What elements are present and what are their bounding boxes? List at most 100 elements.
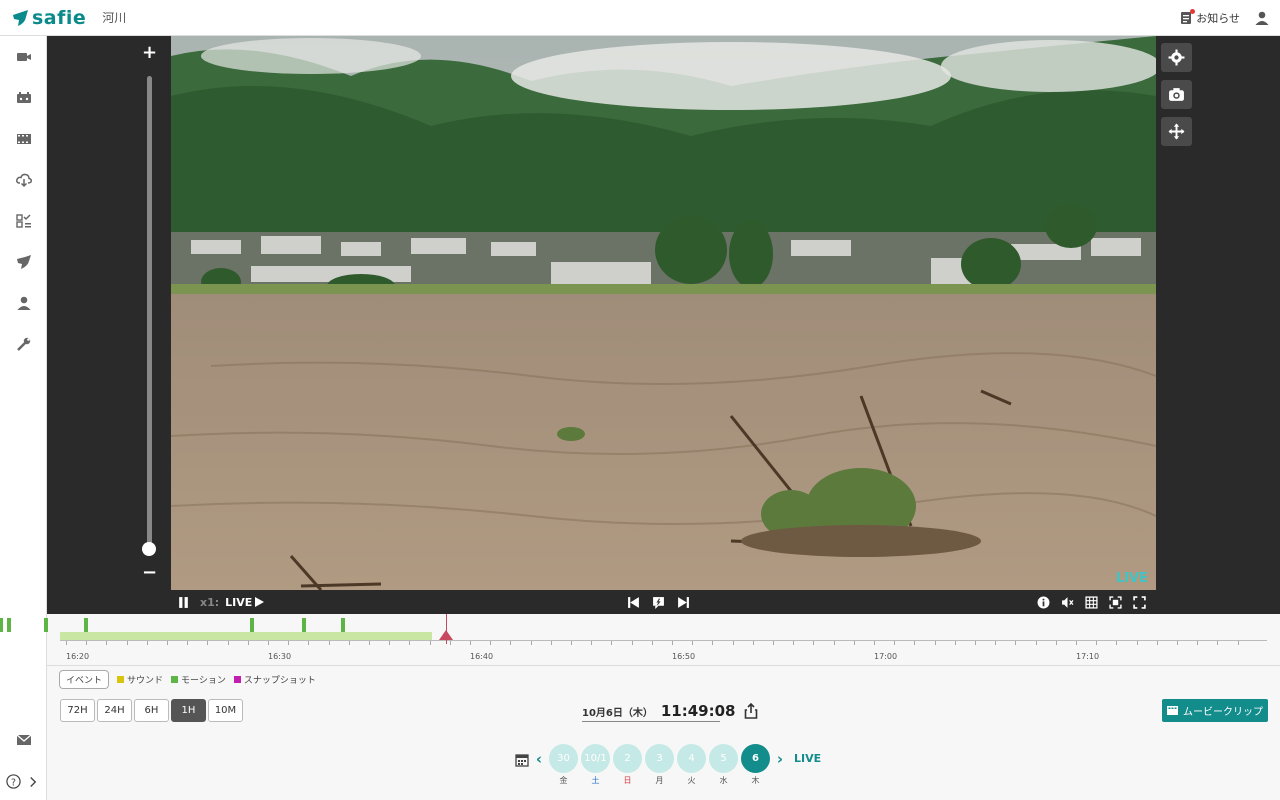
range-10m-button[interactable]: 10M — [208, 699, 243, 722]
sidebar-item-safie-tag[interactable] — [15, 253, 33, 271]
fullscreen-button[interactable] — [1133, 595, 1146, 609]
app-root: safie 河川 お知らせ ? + − LIVE x1: LIVE 16:20 … — [0, 0, 1280, 800]
safie-logo[interactable]: safie — [12, 7, 86, 29]
wrench-icon — [17, 337, 31, 351]
range-6h-button[interactable]: 6H — [134, 699, 169, 722]
playback-speed[interactable]: x1: — [200, 596, 219, 609]
day-6[interactable]: 6木 — [741, 744, 770, 786]
day-30[interactable]: 30 金 — [549, 744, 578, 786]
timeline[interactable]: 16:20 16:30 16:40 16:50 17:00 17:10 — [0, 614, 1280, 666]
motion-event-marker[interactable] — [0, 618, 4, 632]
minor-tick — [995, 641, 997, 645]
zoom-slider-track[interactable] — [147, 76, 152, 546]
grid-button[interactable] — [1085, 595, 1098, 609]
legend-sound-label: サウンド — [127, 676, 164, 686]
event-jump-button[interactable] — [652, 596, 665, 609]
zoom-slider-handle[interactable] — [142, 542, 156, 556]
range-1h-button[interactable]: 1H — [171, 699, 206, 722]
document-icon — [1180, 9, 1196, 25]
next-day-chevron-icon[interactable]: › — [773, 750, 787, 768]
sidebar-item-camera-list[interactable] — [15, 89, 33, 107]
svg-text:?: ? — [11, 777, 16, 788]
minor-tick — [974, 641, 976, 645]
sidebar-item-clips[interactable] — [15, 130, 33, 148]
minor-tick — [328, 641, 330, 645]
minor-tick — [591, 641, 593, 645]
zoom-out-button[interactable]: − — [142, 562, 157, 583]
calendar-icon[interactable] — [515, 753, 529, 767]
pause-button[interactable] — [177, 596, 190, 609]
skip-back-icon — [628, 596, 639, 608]
mute-button[interactable] — [1061, 596, 1074, 609]
motion-event-marker[interactable] — [43, 618, 48, 632]
day-10-1[interactable]: 10/1 土 — [581, 744, 610, 786]
chevron-right-icon[interactable] — [27, 776, 39, 788]
share-icon[interactable] — [744, 703, 758, 719]
speech-bubble-icon — [653, 596, 664, 609]
snapshot-button[interactable] — [1161, 80, 1192, 109]
minor-tick — [1237, 641, 1239, 645]
playhead-handle[interactable] — [438, 630, 453, 640]
tick-label: 16:30 — [268, 652, 292, 661]
ptz-move-button[interactable] — [1161, 117, 1192, 146]
settings-button[interactable] — [1161, 43, 1192, 72]
minor-tick — [106, 641, 108, 645]
minor-tick — [207, 641, 209, 645]
day-weekday: 土 — [591, 776, 600, 785]
range-24h-button[interactable]: 24H — [97, 699, 132, 722]
day-4[interactable]: 4火 — [677, 744, 706, 786]
movie-clip-button[interactable]: ムービークリップ — [1162, 699, 1268, 722]
day-3[interactable]: 3月 — [645, 744, 674, 786]
motion-event-marker[interactable] — [302, 618, 307, 632]
day-2[interactable]: 2日 — [613, 744, 642, 786]
bird-logo-icon — [13, 9, 28, 26]
event-filter-button[interactable]: イベント — [59, 670, 110, 689]
zoom-in-button[interactable]: + — [142, 42, 157, 63]
go-live-label: LIVE — [225, 595, 253, 609]
motion-event-marker[interactable] — [340, 618, 345, 632]
date-navigator: ‹ 30 金 10/1 土 2日 3月 4火 5水 6木 › LIVE — [515, 744, 821, 786]
help-icon[interactable]: ? — [6, 774, 21, 789]
legend-sound: サウンド — [117, 673, 163, 686]
sidebar-item-downloads[interactable] — [15, 171, 33, 189]
info-button[interactable] — [1037, 596, 1050, 609]
move-arrows-icon — [1168, 123, 1185, 140]
sidebar-item-cameras[interactable] — [15, 48, 33, 66]
gear-icon — [1168, 49, 1185, 66]
skip-forward-button[interactable] — [677, 596, 690, 609]
account-icon[interactable] — [1254, 10, 1270, 26]
current-date: 10月6日（木） — [582, 707, 653, 719]
day-number: 30 — [549, 744, 578, 773]
zoom-control: + − — [47, 36, 171, 590]
tick-label: 16:50 — [672, 652, 696, 661]
sidebar-item-users[interactable] — [15, 294, 33, 312]
go-live-button[interactable]: LIVE — [225, 595, 265, 609]
day-number: 2 — [613, 744, 642, 773]
skip-back-button[interactable] — [627, 596, 640, 609]
notice-button[interactable]: お知らせ — [1180, 9, 1240, 26]
video-area: + − LIVE x1: LIVE — [47, 36, 1280, 614]
minor-tick — [1035, 641, 1037, 645]
motion-event-marker[interactable] — [249, 618, 254, 632]
range-72h-button[interactable]: 72H — [60, 699, 95, 722]
datetime-underline — [582, 721, 720, 722]
camera-name: 河川 — [102, 11, 127, 25]
video-tools — [1156, 36, 1280, 590]
fit-button[interactable] — [1109, 595, 1122, 609]
minor-tick — [1075, 641, 1077, 645]
sidebar-item-mail[interactable] — [15, 731, 33, 749]
motion-event-marker[interactable] — [7, 618, 12, 632]
day-number: 5 — [709, 744, 738, 773]
day-weekday: 月 — [655, 776, 664, 785]
sidebar-item-ai[interactable] — [15, 212, 33, 230]
motion-event-marker[interactable] — [84, 618, 89, 632]
video-feed[interactable]: LIVE — [171, 36, 1156, 590]
date-nav-live-button[interactable]: LIVE — [794, 752, 821, 765]
minor-tick — [793, 641, 795, 645]
tick-label: 16:40 — [470, 652, 494, 661]
prev-day-chevron-icon[interactable]: ‹ — [532, 750, 546, 768]
minor-tick — [530, 641, 532, 645]
sidebar-item-settings[interactable] — [15, 335, 33, 353]
current-datetime[interactable]: 10月6日（木） 11:49:08 — [582, 702, 758, 722]
day-5[interactable]: 5水 — [709, 744, 738, 786]
